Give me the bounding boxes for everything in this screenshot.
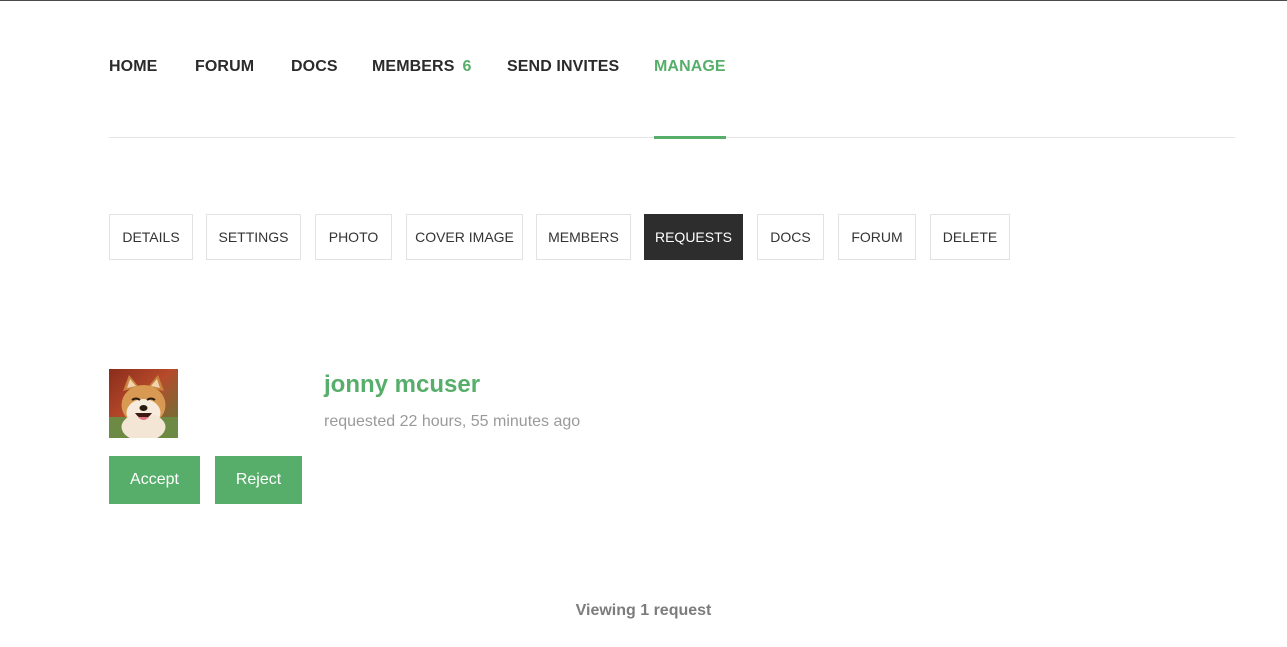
subnav-forum-label: FORUM [851, 229, 903, 245]
nav-home[interactable]: HOME [109, 58, 157, 138]
nav-members-label: MEMBERS [372, 58, 455, 75]
subnav-photo-label: PHOTO [328, 229, 379, 245]
subnav-docs[interactable]: DOCS [757, 214, 824, 260]
subnav-forum[interactable]: FORUM [838, 214, 916, 260]
members-count-badge: 6 [462, 58, 472, 75]
subnav-docs-label: DOCS [770, 229, 811, 245]
reject-button-label: Reject [235, 471, 282, 488]
requester-name-link[interactable]: jonny mcuser [324, 371, 480, 399]
subnav-members[interactable]: MEMBERS [536, 214, 631, 260]
subnav-delete[interactable]: DELETE [930, 214, 1010, 260]
subnav-details[interactable]: DETAILS [109, 214, 193, 260]
shiba-dog-avatar-icon [109, 369, 178, 438]
group-primary-nav: HOME FORUM DOCS MEMBERS 6 SEND INVITES MA… [109, 0, 1235, 139]
nav-docs-label: DOCS [291, 58, 338, 75]
reject-button[interactable]: Reject [215, 456, 302, 504]
subnav-settings-label: SETTINGS [218, 229, 289, 245]
nav-send-invites-label: SEND INVITES [507, 58, 620, 75]
subnav-cover-image[interactable]: COVER IMAGE [406, 214, 523, 260]
subnav-settings[interactable]: SETTINGS [206, 214, 301, 260]
nav-manage-label: MANAGE [654, 58, 726, 75]
subnav-photo[interactable]: PHOTO [315, 214, 392, 260]
nav-forum[interactable]: FORUM [195, 58, 254, 138]
nav-members[interactable]: MEMBERS 6 [372, 58, 471, 138]
subnav-details-label: DETAILS [122, 229, 180, 245]
accept-button[interactable]: Accept [109, 456, 200, 504]
nav-home-label: HOME [109, 58, 158, 75]
accept-button-label: Accept [130, 471, 179, 488]
nav-docs[interactable]: DOCS [291, 58, 338, 138]
subnav-requests-label: REQUESTS [654, 229, 732, 245]
page: HOME FORUM DOCS MEMBERS 6 SEND INVITES MA… [0, 0, 1287, 647]
nav-send-invites[interactable]: SEND INVITES [507, 58, 619, 138]
subnav-members-label: MEMBERS [548, 229, 619, 245]
nav-manage[interactable]: MANAGE [654, 58, 726, 139]
user-avatar[interactable] [109, 369, 178, 438]
subnav-cover-image-label: COVER IMAGE [415, 229, 514, 245]
request-timestamp: requested 22 hours, 55 minutes ago [324, 413, 581, 430]
nav-forum-label: FORUM [195, 58, 255, 75]
pagination-count: Viewing 1 request [575, 602, 712, 619]
subnav-delete-label: DELETE [942, 229, 998, 245]
subnav-requests[interactable]: REQUESTS [644, 214, 743, 260]
